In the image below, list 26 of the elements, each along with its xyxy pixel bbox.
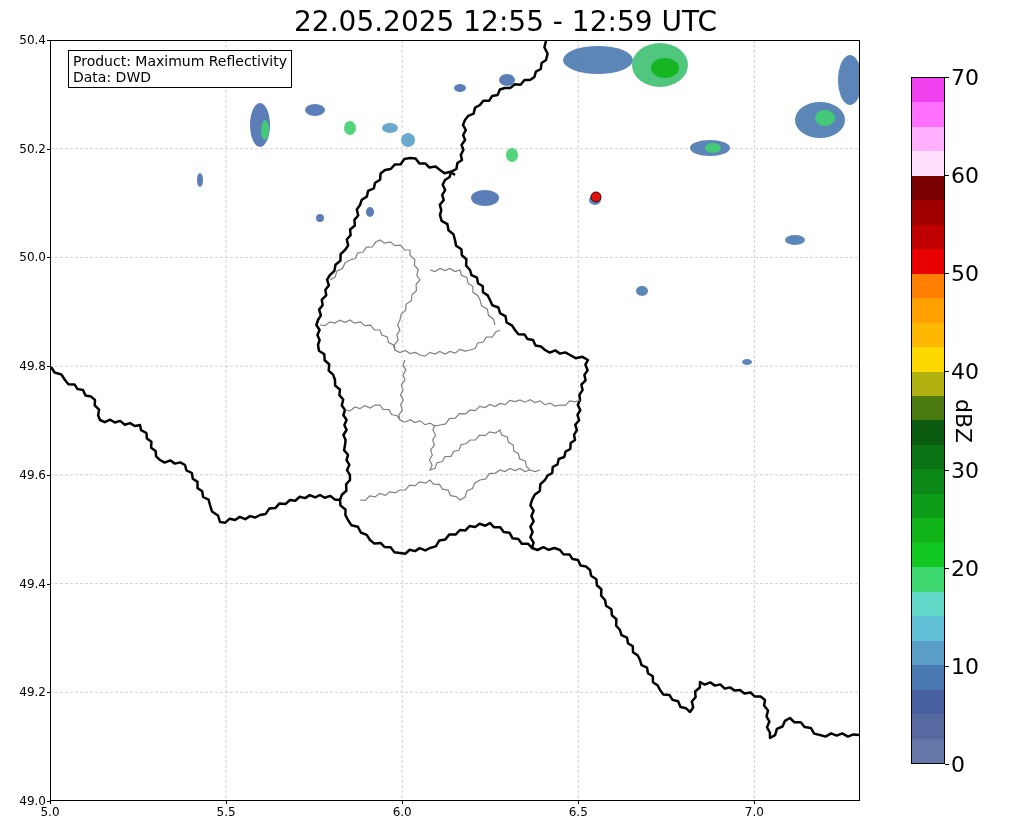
colorbar-label: dBZ bbox=[951, 398, 976, 443]
data-source-label: Data: DWD bbox=[73, 69, 152, 85]
colorbar-tick-label: 60 bbox=[951, 162, 979, 188]
y-tick-label: 50.2 bbox=[19, 141, 46, 156]
product-label: Product: Maximum Reflectivity bbox=[73, 53, 287, 69]
colorbar-tick-label: 20 bbox=[951, 555, 979, 581]
y-tick-label: 49.0 bbox=[19, 794, 46, 808]
y-tick-label: 49.2 bbox=[19, 685, 46, 700]
y-tick-label: 49.6 bbox=[19, 467, 46, 482]
x-tick-label: 7.0 bbox=[744, 805, 764, 819]
colorbar-tick-label: 0 bbox=[951, 751, 965, 777]
x-tick-label: 5.0 bbox=[40, 805, 60, 819]
colorbar-tick-label: 10 bbox=[951, 653, 979, 679]
colorbar-tick-label: 50 bbox=[951, 260, 979, 286]
x-tick-label: 6.0 bbox=[392, 805, 412, 819]
colorbar-tick-label: 30 bbox=[951, 457, 979, 483]
x-tick-label: 6.5 bbox=[568, 805, 588, 819]
y-tick-label: 49.4 bbox=[19, 576, 46, 591]
chart-title: 22.05.2025 12:55 - 12:59 UTC bbox=[294, 6, 717, 40]
colorbar-tick-label: 70 bbox=[951, 64, 979, 90]
y-tick-label: 50.0 bbox=[19, 250, 46, 265]
y-tick-label: 49.8 bbox=[19, 359, 46, 374]
y-tick-label: 50.4 bbox=[19, 33, 46, 47]
location-marker-icon bbox=[590, 191, 602, 203]
colorbar-tick-label: 40 bbox=[951, 358, 979, 384]
x-tick-label: 5.5 bbox=[216, 805, 236, 819]
